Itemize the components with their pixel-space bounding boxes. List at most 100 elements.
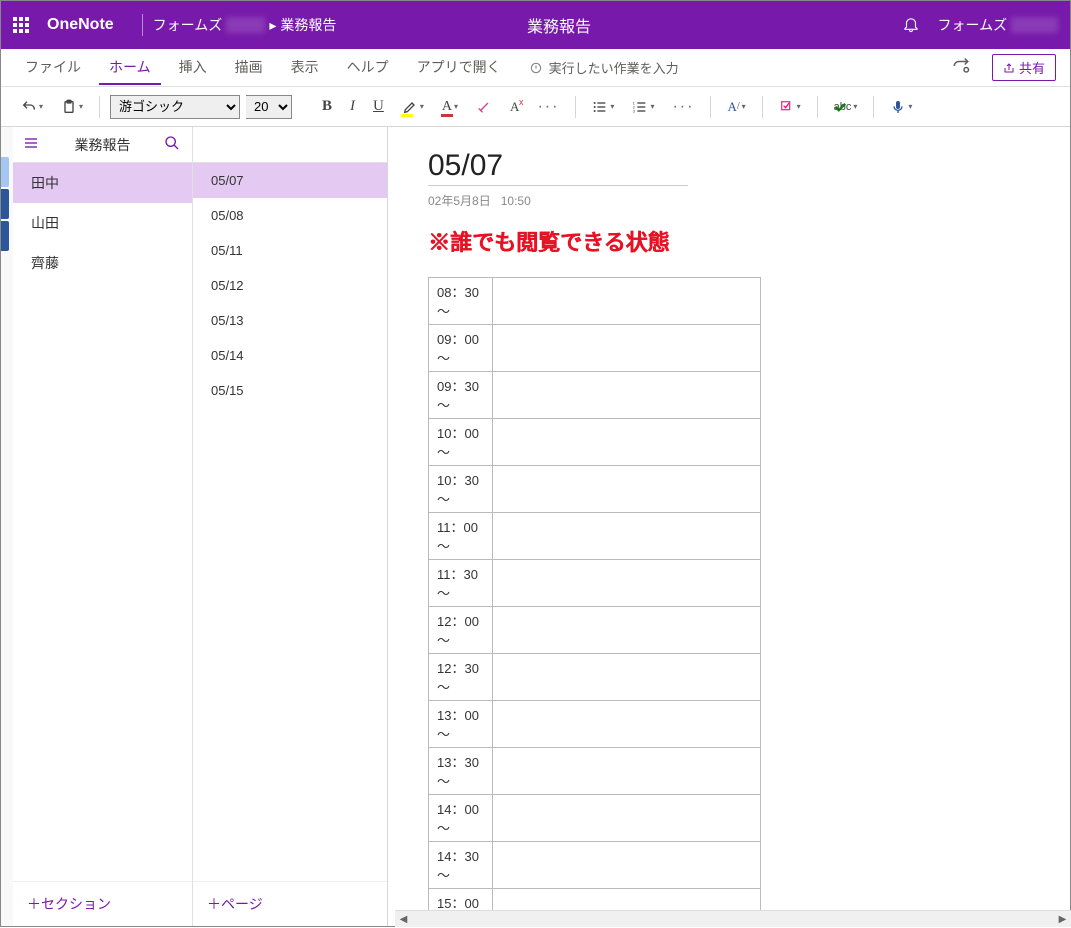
page-item[interactable]: 05/13 [193,303,387,338]
table-row[interactable]: 09：00～ [429,325,761,372]
page-item[interactable]: 05/07 [193,163,387,198]
dictate-button[interactable]: ▾ [884,95,918,119]
time-cell[interactable]: 11：00～ [429,513,493,560]
spellcheck-button[interactable]: abc▾ [828,97,864,117]
time-cell[interactable]: 09：30～ [429,372,493,419]
font-family-select[interactable]: 游ゴシック [110,95,240,119]
value-cell[interactable] [493,560,761,607]
value-cell[interactable] [493,795,761,842]
page-item[interactable]: 05/14 [193,338,387,373]
ribbon-tab-ホーム[interactable]: ホーム [99,51,161,85]
page-content[interactable]: 02年5月8日 10:50 ※誰でも閲覧できる状態 08：30～09：00～09… [388,127,1070,926]
value-cell[interactable] [493,513,761,560]
table-row[interactable]: 10：00～ [429,419,761,466]
time-table[interactable]: 08：30～09：00～09：30～10：00～10：30～11：00～11：3… [428,277,761,926]
share-button[interactable]: 共有 [992,54,1056,81]
breadcrumb-root[interactable]: フォームズ [153,15,223,35]
table-row[interactable]: 12：00～ [429,607,761,654]
section-color-tabs [1,127,13,926]
add-page-button[interactable]: ＋ページ [193,881,387,926]
table-row[interactable]: 11：30～ [429,560,761,607]
sync-icon[interactable] [952,57,970,78]
font-size-select[interactable]: 20 [246,95,292,119]
scroll-left-icon[interactable]: ◀ [395,911,412,928]
value-cell[interactable] [493,419,761,466]
value-cell[interactable] [493,278,761,325]
nav-menu-icon[interactable] [23,135,39,154]
app-launcher-icon[interactable] [13,17,29,33]
undo-button[interactable]: ▾ [15,95,49,119]
italic-button[interactable]: I [344,94,361,119]
page-item[interactable]: 05/08 [193,198,387,233]
scroll-right-icon[interactable]: ▶ [1054,911,1071,928]
ribbon-tab-ファイル[interactable]: ファイル [15,51,91,85]
time-cell[interactable]: 09：00～ [429,325,493,372]
page-item[interactable]: 05/11 [193,233,387,268]
section-item[interactable]: 田中 [13,163,192,203]
ribbon-tab-描画[interactable]: 描画 [225,51,273,85]
notebook-title: 業務報告 [75,135,131,155]
time-cell[interactable]: 12：30～ [429,654,493,701]
page-item[interactable]: 05/12 [193,268,387,303]
value-cell[interactable] [493,607,761,654]
time-cell[interactable]: 13：30～ [429,748,493,795]
bullets-button[interactable]: ▾ [586,95,620,119]
bold-button[interactable]: B [316,94,338,119]
tags-button[interactable]: ▾ [773,95,807,119]
section-item[interactable]: 山田 [13,203,192,243]
ribbon-tab-表示[interactable]: 表示 [281,51,329,85]
styles-button[interactable]: A/▾ [721,95,751,119]
highlight-button[interactable]: ▾ [396,95,430,119]
table-row[interactable]: 08：30～ [429,278,761,325]
clipboard-button[interactable]: ▾ [55,95,89,119]
time-cell[interactable]: 13：00～ [429,701,493,748]
app-name: OneNote [47,16,114,34]
header-divider [142,14,143,36]
numbering-button[interactable]: 123▾ [626,95,660,119]
table-row[interactable]: 10：30～ [429,466,761,513]
table-row[interactable]: 12：30～ [429,654,761,701]
table-row[interactable]: 14：00～ [429,795,761,842]
time-cell[interactable]: 10：30～ [429,466,493,513]
time-cell[interactable]: 14：00～ [429,795,493,842]
strikethrough-button[interactable]: Ax [504,95,525,119]
more-font-button[interactable]: ··· [531,94,565,120]
time-cell[interactable]: 10：00～ [429,419,493,466]
toolbar: ▾ ▾ 游ゴシック 20 B I U ▾ A▾ Ax ··· ▾ 123▾ ··… [1,87,1070,127]
header-user[interactable]: フォームズ [938,15,1059,35]
search-icon[interactable] [164,135,180,154]
ribbon-tab-挿入[interactable]: 挿入 [169,51,217,85]
time-cell[interactable]: 11：30～ [429,560,493,607]
table-row[interactable]: 13：00～ [429,701,761,748]
underline-button[interactable]: U [367,94,390,119]
ribbon-tab-アプリで開く[interactable]: アプリで開く [407,51,511,85]
time-cell[interactable]: 14：30～ [429,842,493,889]
table-row[interactable]: 11：00～ [429,513,761,560]
value-cell[interactable] [493,701,761,748]
value-cell[interactable] [493,654,761,701]
horizontal-scrollbar[interactable]: ◀ ▶ [395,910,1071,927]
value-cell[interactable] [493,325,761,372]
tell-me-search[interactable]: 実行したい作業を入力 [529,58,679,77]
clear-format-button[interactable] [470,95,498,119]
font-color-button[interactable]: A▾ [436,95,464,119]
time-cell[interactable]: 12：00～ [429,607,493,654]
table-row[interactable]: 09：30～ [429,372,761,419]
table-row[interactable]: 13：30～ [429,748,761,795]
add-section-button[interactable]: ＋セクション [13,881,192,926]
time-cell[interactable]: 08：30～ [429,278,493,325]
value-cell[interactable] [493,372,761,419]
section-tab-indicator[interactable] [1,189,9,219]
page-item[interactable]: 05/15 [193,373,387,408]
value-cell[interactable] [493,842,761,889]
notifications-icon[interactable] [902,15,920,36]
ribbon-tab-ヘルプ[interactable]: ヘルプ [337,51,399,85]
section-tab-indicator[interactable] [1,157,9,187]
more-paragraph-button[interactable]: ··· [666,94,700,120]
value-cell[interactable] [493,466,761,513]
page-title-input[interactable] [428,147,688,186]
table-row[interactable]: 14：30～ [429,842,761,889]
section-item[interactable]: 齊藤 [13,243,192,283]
section-tab-indicator[interactable] [1,221,9,251]
value-cell[interactable] [493,748,761,795]
